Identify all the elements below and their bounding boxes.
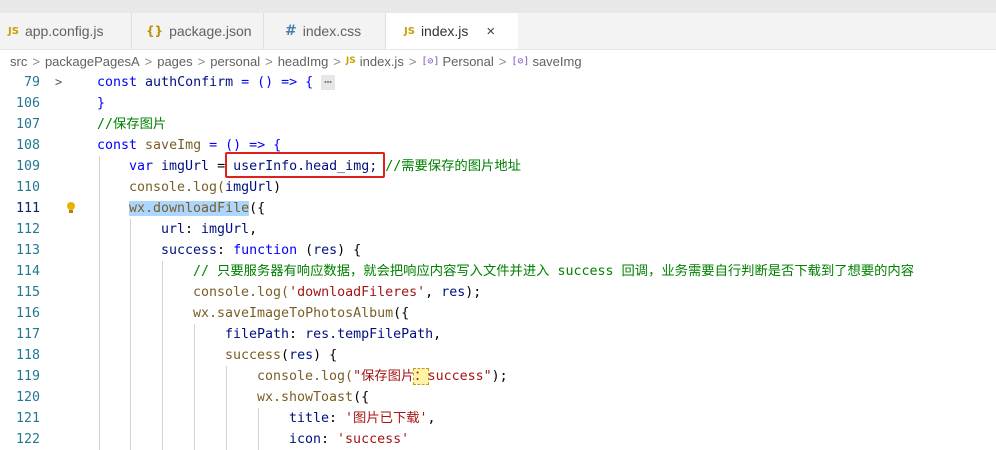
chevron-right-icon: > [265,53,273,69]
breadcrumb-symbol[interactable]: saveImg [532,54,581,69]
line-number: 113 [15,243,40,258]
code-text: wx.showToast({ [257,390,370,405]
line-number: 122 [15,432,40,447]
breadcrumb-item[interactable]: pages [157,54,192,69]
code-line[interactable]: 107 //保存图片 [0,114,996,135]
code-line[interactable]: 115 console.log('downloadFileres', res); [0,282,996,303]
breadcrumb-item[interactable]: headImg [278,54,329,69]
code-line[interactable]: 119 console.log("保存图片：success"); [0,366,996,387]
code-line[interactable]: 114 // 只要服务器有响应数据，就会把响应内容写入文件并进入 success… [0,261,996,282]
code-text: wx.saveImageToPhotosAlbum({ [193,306,410,321]
breadcrumb-item[interactable]: packagePagesA [45,54,140,69]
code-text: console.log("保存图片：success"); [257,368,508,385]
chevron-right-icon: > [408,53,417,69]
line-number: 120 [15,390,40,405]
code-line[interactable]: 111 wx.downloadFile({ [0,198,996,219]
code-text: filePath: res.tempFilePath, [225,327,442,342]
javascript-file-icon: JS [345,56,356,66]
breadcrumb-file[interactable]: index.js [360,54,404,69]
tab-app-config-js[interactable]: JS app.config.js [0,13,131,49]
code-text: } [97,96,106,111]
code-text: icon: 'success' [289,432,410,447]
line-number: 111 [15,201,40,216]
close-tab-icon[interactable]: × [486,23,495,40]
breadcrumb: src > packagePagesA > pages > personal >… [0,50,996,72]
code-line[interactable]: 117 filePath: res.tempFilePath, [0,324,996,345]
variable-symbol-icon: [⊘] [511,55,530,67]
code-line[interactable]: 106 } [0,93,996,114]
code-line[interactable]: 116 wx.saveImageToPhotosAlbum({ [0,303,996,324]
editor-tab-bar: JS app.config.js {} package.json # index… [0,13,996,50]
annotation-highlight-box [225,152,385,178]
code-line[interactable]: 110 console.log(imgUrl) [0,177,996,198]
code-editor[interactable]: 79 > const authConfirm = () => { ⋯ 106 }… [0,72,996,450]
tab-label: index.js [420,23,469,39]
code-line[interactable]: 79 > const authConfirm = () => { ⋯ [0,72,996,93]
chevron-right-icon: > [333,53,341,69]
tab-index-js[interactable]: JS index.js × [386,13,518,49]
code-text: //保存图片 [97,117,167,132]
line-number: 79 [23,75,40,90]
code-line[interactable]: 108 const saveImg = () => { [0,135,996,156]
code-text: console.log('downloadFileres', res); [193,285,482,300]
code-text: title: '图片已下载', [289,411,436,426]
code-text: success: function (res) { [161,243,362,258]
code-line[interactable]: 121 title: '图片已下载', [0,408,996,429]
breadcrumb-item[interactable]: src [10,54,27,69]
tab-label: package.json [169,23,252,39]
code-text: success(res) { [225,348,338,363]
chevron-right-icon: > [144,53,153,69]
code-line[interactable]: 118 success(res) { [0,345,996,366]
code-line[interactable]: 122 icon: 'success' [0,429,996,450]
line-number: 117 [15,327,40,342]
line-number: 119 [15,369,40,384]
code-text: wx.downloadFile({ [129,201,266,216]
line-number: 108 [15,138,40,153]
line-number: 118 [15,348,40,363]
tab-index-css[interactable]: # index.css [264,13,385,49]
css-file-icon: # [285,23,297,39]
javascript-file-icon: JS [8,25,19,37]
line-number: 116 [15,306,40,321]
variable-symbol-icon: [⊘] [421,55,440,67]
json-file-icon: {} [146,24,164,38]
tab-label: app.config.js [24,23,104,39]
tab-package-json[interactable]: {} package.json [132,13,263,49]
line-number: 109 [15,159,40,174]
code-line[interactable]: 120 wx.showToast({ [0,387,996,408]
line-number: 107 [15,117,40,132]
code-line[interactable]: 113 success: function (res) { [0,240,996,261]
chevron-right-icon: > [498,53,507,69]
breadcrumb-item[interactable]: personal [210,54,260,69]
folded-code-ellipsis[interactable]: ⋯ [321,75,336,90]
line-number: 112 [15,222,40,237]
code-text: const authConfirm = () => { ⋯ [97,72,336,93]
window-top-strip [0,0,996,13]
tab-label: index.css [302,23,362,39]
lightbulb-icon[interactable] [67,202,75,213]
code-text: url: imgUrl, [161,222,258,237]
line-number: 106 [15,96,40,111]
javascript-file-icon: JS [404,25,415,37]
code-line[interactable]: 109 var imgUrl = userInfo.head_img; //需要… [0,152,996,178]
line-number: 115 [15,285,40,300]
code-text: // 只要服务器有响应数据，就会把响应内容写入文件并进入 success 回调，… [193,264,915,279]
line-number: 114 [15,264,40,279]
line-number: 110 [15,180,40,195]
breadcrumb-symbol[interactable]: Personal [442,54,493,69]
chevron-right-icon: > [32,53,40,69]
code-line[interactable]: 112 url: imgUrl, [0,219,996,240]
chevron-right-icon[interactable]: > [55,72,62,93]
line-number: 121 [15,411,40,426]
chevron-right-icon: > [197,53,206,69]
code-text: console.log(imgUrl) [129,180,282,195]
